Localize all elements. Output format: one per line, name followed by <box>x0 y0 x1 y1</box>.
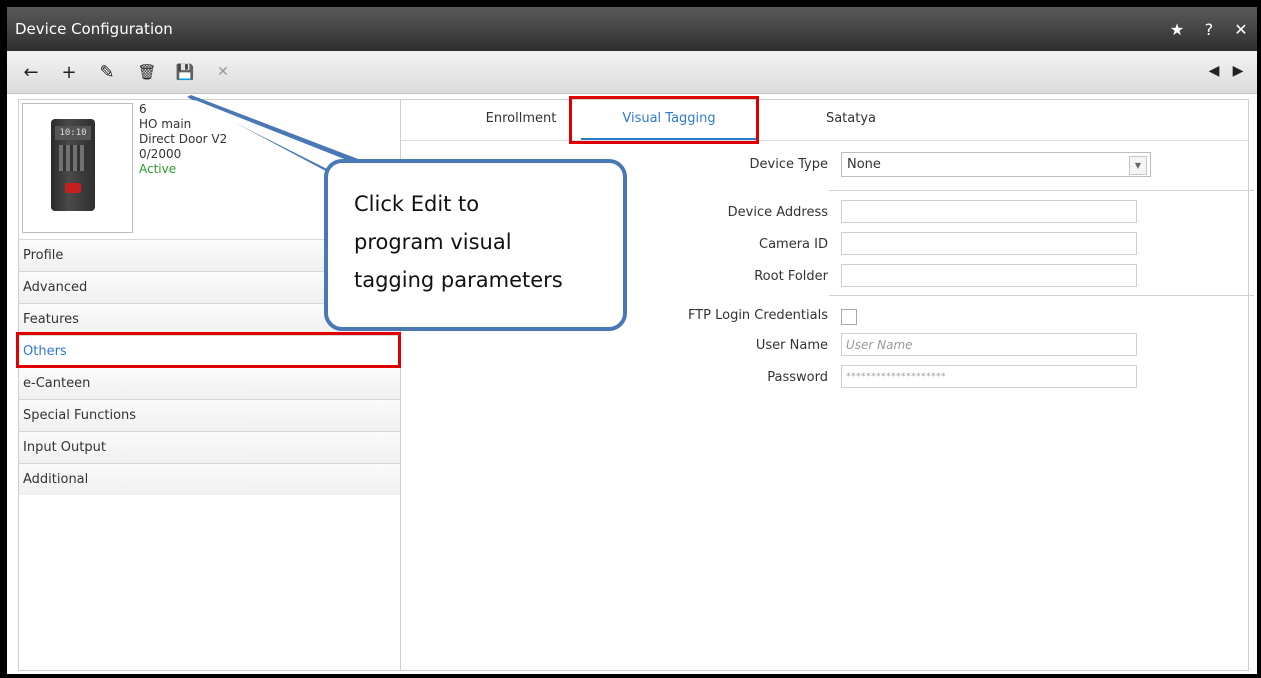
previous-icon[interactable]: ◀ <box>1203 60 1225 82</box>
camera-id-label: Camera ID <box>759 237 828 252</box>
edit-pencil-icon[interactable]: ✎ <box>93 58 121 86</box>
tab-enrollment[interactable]: Enrollment <box>441 100 601 138</box>
password-label: Password <box>767 370 828 385</box>
device-keypad <box>59 145 87 171</box>
back-arrow-icon[interactable]: ← <box>17 58 45 86</box>
device-address-input[interactable] <box>841 200 1137 223</box>
sidebar-item-special-functions[interactable]: Special Functions <box>19 399 401 431</box>
device-image: 10:10 <box>22 103 133 233</box>
tab-visual-tagging[interactable]: Visual Tagging <box>581 100 757 140</box>
device-screen: 10:10 <box>55 126 91 140</box>
user-name-label: User Name <box>755 338 828 353</box>
tab-satatya[interactable]: Satatya <box>771 100 931 138</box>
device-info: 6 HO main Direct Door V2 0/2000 Active <box>139 102 227 177</box>
save-icon[interactable]: 💾 <box>171 58 199 86</box>
chevron-down-icon[interactable]: ▼ <box>1129 156 1147 175</box>
user-name-input[interactable]: User Name <box>841 333 1137 356</box>
divider <box>829 295 1254 296</box>
device-model: Direct Door V2 <box>139 132 228 146</box>
add-icon[interactable]: + <box>55 58 83 86</box>
password-input[interactable]: ******************** <box>841 365 1137 388</box>
window-title: Device Configuration <box>15 20 173 38</box>
device-usage: 0/2000 <box>139 147 182 161</box>
sidebar-item-additional[interactable]: Additional <box>19 463 401 495</box>
delete-trash-icon[interactable]: 🗑 <box>133 58 161 86</box>
device-name: HO main <box>139 117 192 131</box>
device-status: Active <box>139 162 177 176</box>
cancel-edit-icon[interactable]: ✕ <box>209 58 237 86</box>
callout-line-2: program visual <box>354 230 512 254</box>
device-type-label: Device Type <box>749 157 828 172</box>
title-bar: Device Configuration ★ ? ✕ <box>7 7 1257 51</box>
sidebar-item-e-canteen[interactable]: e-Canteen <box>19 367 401 399</box>
help-icon[interactable]: ? <box>1193 20 1225 39</box>
favorite-star-icon[interactable]: ★ <box>1161 20 1193 39</box>
device-id: 6 <box>139 102 147 116</box>
sidebar-item-input-output[interactable]: Input Output <box>19 431 401 463</box>
camera-id-input[interactable] <box>841 232 1137 255</box>
callout-bubble: Click Edit to program visual tagging par… <box>324 159 627 331</box>
next-icon[interactable]: ▶ <box>1227 60 1249 82</box>
device-address-label: Device Address <box>727 205 828 220</box>
callout-line-3: tagging parameters <box>354 268 563 292</box>
device-type-select[interactable]: None ▼ <box>841 152 1151 177</box>
toolbar: ← + ✎ 🗑 💾 ✕ ◀ ▶ <box>7 51 1257 94</box>
ftp-login-credentials-checkbox[interactable] <box>841 309 857 325</box>
device-type-value: None <box>847 157 881 172</box>
window-controls: ★ ? ✕ <box>1161 7 1257 51</box>
tab-bar: Enrollment Visual Tagging Satatya <box>401 100 1248 141</box>
device-configuration-window: Device Configuration ★ ? ✕ ← + ✎ 🗑 💾 ✕ ◀… <box>7 7 1257 674</box>
callout-line-1: Click Edit to <box>354 192 480 216</box>
sidebar-item-others[interactable]: Others <box>19 335 401 367</box>
device-fingerprint-sensor <box>65 183 81 193</box>
divider <box>829 190 1254 191</box>
root-folder-input[interactable] <box>841 264 1137 287</box>
root-folder-label: Root Folder <box>754 269 828 284</box>
ftp-login-credentials-label: FTP Login Credentials <box>687 308 828 323</box>
device-reader-icon: 10:10 <box>51 119 95 211</box>
close-icon[interactable]: ✕ <box>1225 20 1257 39</box>
